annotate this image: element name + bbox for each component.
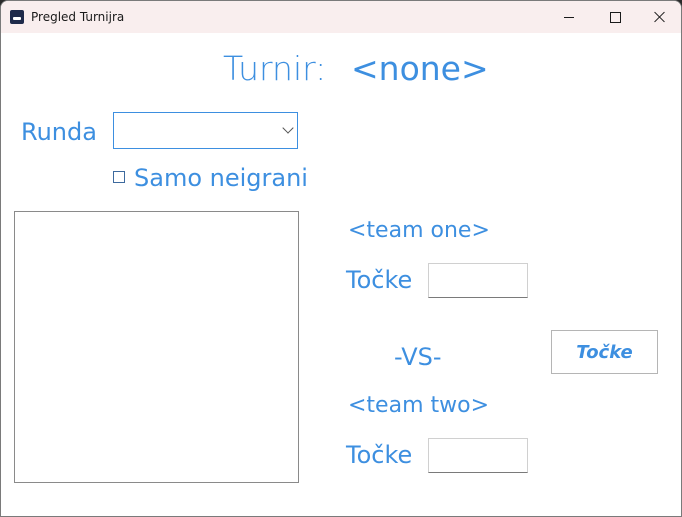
unplayed-only-checkbox[interactable] <box>113 171 125 183</box>
team-two-points-label: Točke <box>346 441 413 469</box>
team-one-points-input[interactable] <box>428 263 528 298</box>
team-one-name: <team one> <box>348 218 490 243</box>
close-button[interactable] <box>637 1 681 33</box>
team-two-name: <team two> <box>348 393 490 418</box>
window-title: Pregled Turnijra <box>31 10 125 24</box>
round-dropdown[interactable] <box>113 112 298 149</box>
unplayed-only-label[interactable]: Samo neigrani <box>134 164 308 192</box>
app-icon <box>10 10 24 24</box>
close-icon <box>654 11 666 23</box>
minimize-button[interactable] <box>546 1 592 33</box>
matchup-listbox[interactable] <box>14 211 299 483</box>
minimize-icon <box>564 16 574 18</box>
team-one-points-label: Točke <box>346 266 413 294</box>
main-window: Pregled Turnijra Turnir: <none> Runda Sa… <box>0 0 682 517</box>
title-bar[interactable]: Pregled Turnijra <box>1 1 681 33</box>
round-label: Runda <box>21 118 97 146</box>
chevron-down-icon <box>282 122 294 134</box>
versus-label: -VS- <box>394 343 442 371</box>
score-button[interactable]: Točke <box>551 330 658 374</box>
tournament-name: <none> <box>351 49 489 88</box>
maximize-button[interactable] <box>592 1 638 33</box>
tournament-label: Turnir: <box>223 49 327 88</box>
maximize-icon <box>609 11 621 23</box>
team-two-points-input[interactable] <box>428 438 528 473</box>
